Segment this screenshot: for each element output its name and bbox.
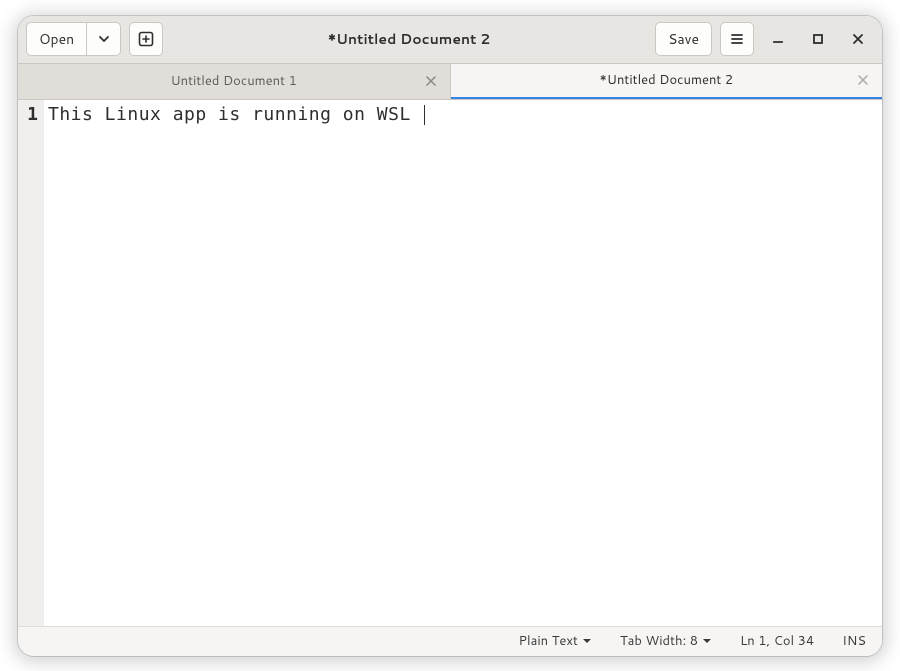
close-icon <box>426 76 436 86</box>
new-tab-icon <box>138 31 154 47</box>
maximize-icon <box>811 32 825 46</box>
maximize-button[interactable] <box>802 23 834 55</box>
hamburger-menu-button[interactable] <box>720 22 754 56</box>
new-tab-button[interactable] <box>129 22 163 56</box>
cursor-position: Ln 1, Col 34 <box>740 632 814 650</box>
minimize-icon <box>771 32 785 46</box>
insert-mode-toggle[interactable]: INS <box>842 632 866 650</box>
tab-width-selector[interactable]: Tab Width: 8 <box>620 632 712 650</box>
tab-close-button[interactable] <box>854 71 872 89</box>
save-button[interactable]: Save <box>655 22 712 56</box>
line-number: 1 <box>18 104 38 125</box>
tab-width-label: Tab Width: 8 <box>620 632 698 650</box>
cursor-position-label: Ln 1, Col 34 <box>740 632 814 650</box>
line-number-gutter: 1 <box>18 100 44 626</box>
text-editor[interactable]: This Linux app is running on WSL <box>44 100 882 626</box>
status-bar: Plain Text Tab Width: 8 Ln 1, Col 34 INS <box>18 626 882 656</box>
close-icon <box>851 32 865 46</box>
editor-area: 1 This Linux app is running on WSL <box>18 100 882 626</box>
tab-label: Untitled Document 1 <box>171 72 297 90</box>
chevron-down-icon <box>582 636 592 646</box>
hamburger-icon <box>729 31 745 47</box>
minimize-button[interactable] <box>762 23 794 55</box>
text-cursor <box>424 105 425 125</box>
open-recent-button[interactable] <box>87 22 121 56</box>
editor-content: This Linux app is running on WSL <box>48 104 422 125</box>
headerbar: Open *Untitled Document 2 Save <box>18 16 882 64</box>
tab-bar: Untitled Document 1 *Untitled Document 2 <box>18 64 882 100</box>
open-button-group: Open <box>26 22 121 56</box>
language-selector[interactable]: Plain Text <box>518 632 591 650</box>
window: Open *Untitled Document 2 Save <box>18 16 882 656</box>
header-left-cluster: Open <box>26 22 163 56</box>
tab-close-button[interactable] <box>422 72 440 90</box>
tab-label: *Untitled Document 2 <box>599 71 733 89</box>
window-frame: Open *Untitled Document 2 Save <box>18 16 882 656</box>
chevron-down-icon <box>98 33 110 45</box>
open-button[interactable]: Open <box>26 22 87 56</box>
chevron-down-icon <box>702 636 712 646</box>
insert-mode-label: INS <box>842 632 866 650</box>
header-right-cluster: Save <box>655 22 874 56</box>
language-label: Plain Text <box>518 632 577 650</box>
tab-untitled-1[interactable]: Untitled Document 1 <box>18 64 451 99</box>
close-button[interactable] <box>842 23 874 55</box>
close-icon <box>858 75 868 85</box>
open-button-label: Open <box>39 29 74 49</box>
window-title: *Untitled Document 2 <box>163 29 655 49</box>
tab-untitled-2[interactable]: *Untitled Document 2 <box>451 64 883 99</box>
save-button-label: Save <box>668 29 699 49</box>
